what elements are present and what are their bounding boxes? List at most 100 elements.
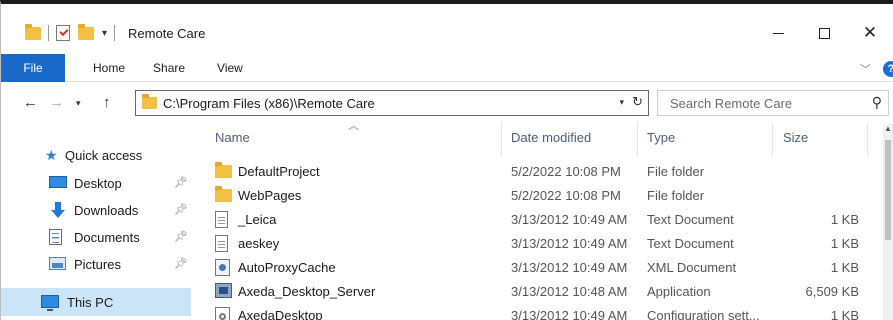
- search-box[interactable]: Search Remote Care ⚲: [657, 90, 889, 116]
- back-button[interactable]: ←: [23, 94, 38, 111]
- refresh-icon[interactable]: ↻: [632, 94, 643, 110]
- vertical-scrollbar[interactable]: ▲: [883, 124, 893, 320]
- file-type: XML Document: [647, 260, 737, 275]
- tab-share[interactable]: Share: [153, 61, 185, 75]
- table-row[interactable]: aeskey 3/13/2012 10:49 AM Text Document …: [191, 232, 881, 256]
- address-dropdown-icon[interactable]: ▾: [619, 97, 624, 108]
- close-button[interactable]: ✕: [847, 18, 893, 48]
- file-type: Text Document: [647, 212, 734, 227]
- pin-icon[interactable]: 📌︎: [174, 176, 188, 189]
- file-date: 3/13/2012 10:49 AM: [511, 212, 628, 227]
- help-icon[interactable]: ?: [883, 61, 893, 77]
- scroll-up-icon[interactable]: ▲: [884, 124, 892, 133]
- column-divider[interactable]: [637, 122, 638, 156]
- file-type: Text Document: [647, 236, 734, 251]
- text-file-icon: [215, 211, 228, 228]
- nav-item-documents[interactable]: Documents 📌︎: [1, 224, 191, 250]
- nav-item-desktop[interactable]: Desktop 📌︎: [1, 170, 191, 196]
- navigation-bar: ← → ▾ ↑ C:\Program Files (x86)\Remote Ca…: [1, 90, 893, 116]
- column-divider[interactable]: [501, 122, 502, 156]
- nav-item-pictures[interactable]: Pictures 📌︎: [1, 251, 191, 277]
- file-name: WebPages: [238, 188, 302, 203]
- divider: [114, 25, 116, 41]
- file-name: AxedaDesktop: [238, 308, 323, 320]
- file-list: ︿ Name Date modified Type Size DefaultPr…: [191, 114, 893, 320]
- file-date: 5/2/2022 10:08 PM: [511, 188, 621, 203]
- nav-item-this-pc[interactable]: This PC: [1, 288, 191, 316]
- search-input[interactable]: Search Remote Care: [670, 96, 792, 111]
- file-type: Configuration sett...: [647, 308, 760, 320]
- nav-item-label: This PC: [67, 295, 114, 310]
- xml-file-icon: [215, 259, 230, 276]
- table-row[interactable]: AxedaDesktop 3/13/2012 10:49 AM Configur…: [191, 304, 881, 320]
- up-button[interactable]: ↑: [103, 94, 111, 111]
- text-file-icon: [215, 235, 228, 252]
- table-row[interactable]: AutoProxyCache 3/13/2012 10:49 AM XML Do…: [191, 256, 881, 280]
- address-path[interactable]: C:\Program Files (x86)\Remote Care: [163, 96, 375, 111]
- config-file-icon: [215, 307, 230, 320]
- navigation-pane: ★ Quick access Desktop 📌︎ Downloads 📌︎ D…: [1, 122, 191, 320]
- expand-ribbon-icon[interactable]: ﹀: [860, 61, 871, 77]
- file-type: Application: [647, 284, 711, 299]
- minimize-button[interactable]: [755, 18, 801, 48]
- table-row[interactable]: _Leica 3/13/2012 10:49 AM Text Document …: [191, 208, 881, 232]
- folder-icon: [142, 94, 157, 109]
- file-size: 1 KB: [830, 308, 859, 320]
- close-icon: ✕: [862, 23, 878, 42]
- tab-home[interactable]: Home: [93, 61, 125, 75]
- maximize-button[interactable]: [801, 18, 847, 48]
- file-type: File folder: [647, 164, 705, 179]
- pin-icon[interactable]: 📌︎: [174, 230, 188, 243]
- file-name: _Leica: [238, 212, 277, 227]
- tab-file[interactable]: File: [1, 53, 65, 82]
- recent-locations-icon[interactable]: ▾: [76, 98, 81, 109]
- file-date: 3/13/2012 10:48 AM: [511, 284, 628, 299]
- pin-icon[interactable]: 📌︎: [174, 257, 188, 270]
- forward-button[interactable]: →: [49, 94, 64, 111]
- file-date: 5/2/2022 10:08 PM: [511, 164, 621, 179]
- documents-icon: [49, 229, 62, 245]
- pictures-icon: [49, 257, 66, 270]
- ribbon-right: ﹀ ?: [860, 61, 893, 77]
- nav-item-label: Desktop: [74, 176, 122, 191]
- search-icon[interactable]: ⚲: [872, 94, 882, 111]
- folder-icon: [215, 186, 232, 202]
- application-icon: [215, 283, 232, 298]
- column-type[interactable]: Type: [647, 130, 675, 145]
- pin-icon[interactable]: 📌︎: [174, 203, 188, 216]
- properties-icon[interactable]: [56, 25, 70, 41]
- scrollbar-thumb[interactable]: [885, 140, 891, 240]
- table-row[interactable]: WebPages 5/2/2022 10:08 PM File folder: [191, 184, 881, 208]
- file-name: aeskey: [238, 236, 280, 251]
- nav-item-label: Downloads: [74, 203, 139, 218]
- file-type: File folder: [647, 188, 705, 203]
- new-folder-icon[interactable]: [78, 23, 94, 40]
- column-name[interactable]: Name: [215, 130, 250, 145]
- address-bar[interactable]: C:\Program Files (x86)\Remote Care ▾ ↻: [135, 90, 649, 116]
- quick-access-item[interactable]: Quick access: [65, 148, 142, 163]
- file-date: 3/13/2012 10:49 AM: [511, 260, 628, 275]
- maximize-icon: [818, 27, 830, 39]
- table-row[interactable]: DefaultProject 5/2/2022 10:08 PM File fo…: [191, 160, 881, 184]
- column-headers: ︿ Name Date modified Type Size: [191, 114, 893, 156]
- table-row[interactable]: Axeda_Desktop_Server 3/13/2012 10:48 AM …: [191, 280, 881, 304]
- nav-item-downloads[interactable]: Downloads 📌︎: [1, 197, 191, 223]
- explorer-window: ▾ Remote Care ✕ File Home Share View ﹀ ?…: [0, 0, 893, 320]
- customize-toolbar-icon[interactable]: ▾: [102, 28, 107, 39]
- window-title: Remote Care: [128, 25, 206, 41]
- file-size: 1 KB: [830, 236, 859, 251]
- tab-view[interactable]: View: [217, 61, 243, 75]
- folder-icon[interactable]: [25, 23, 41, 40]
- nav-item-label: Pictures: [74, 257, 121, 272]
- star-icon: ★: [45, 147, 58, 163]
- column-date-modified[interactable]: Date modified: [511, 130, 591, 145]
- file-date: 3/13/2012 10:49 AM: [511, 308, 628, 320]
- column-size[interactable]: Size: [783, 130, 808, 145]
- column-divider[interactable]: [772, 122, 773, 156]
- file-size: 1 KB: [830, 212, 859, 227]
- file-date: 3/13/2012 10:49 AM: [511, 236, 628, 251]
- file-size: 6,509 KB: [805, 284, 860, 299]
- downloads-icon: [49, 202, 67, 218]
- column-divider[interactable]: [867, 122, 868, 156]
- sort-ascending-icon: ︿: [348, 120, 359, 132]
